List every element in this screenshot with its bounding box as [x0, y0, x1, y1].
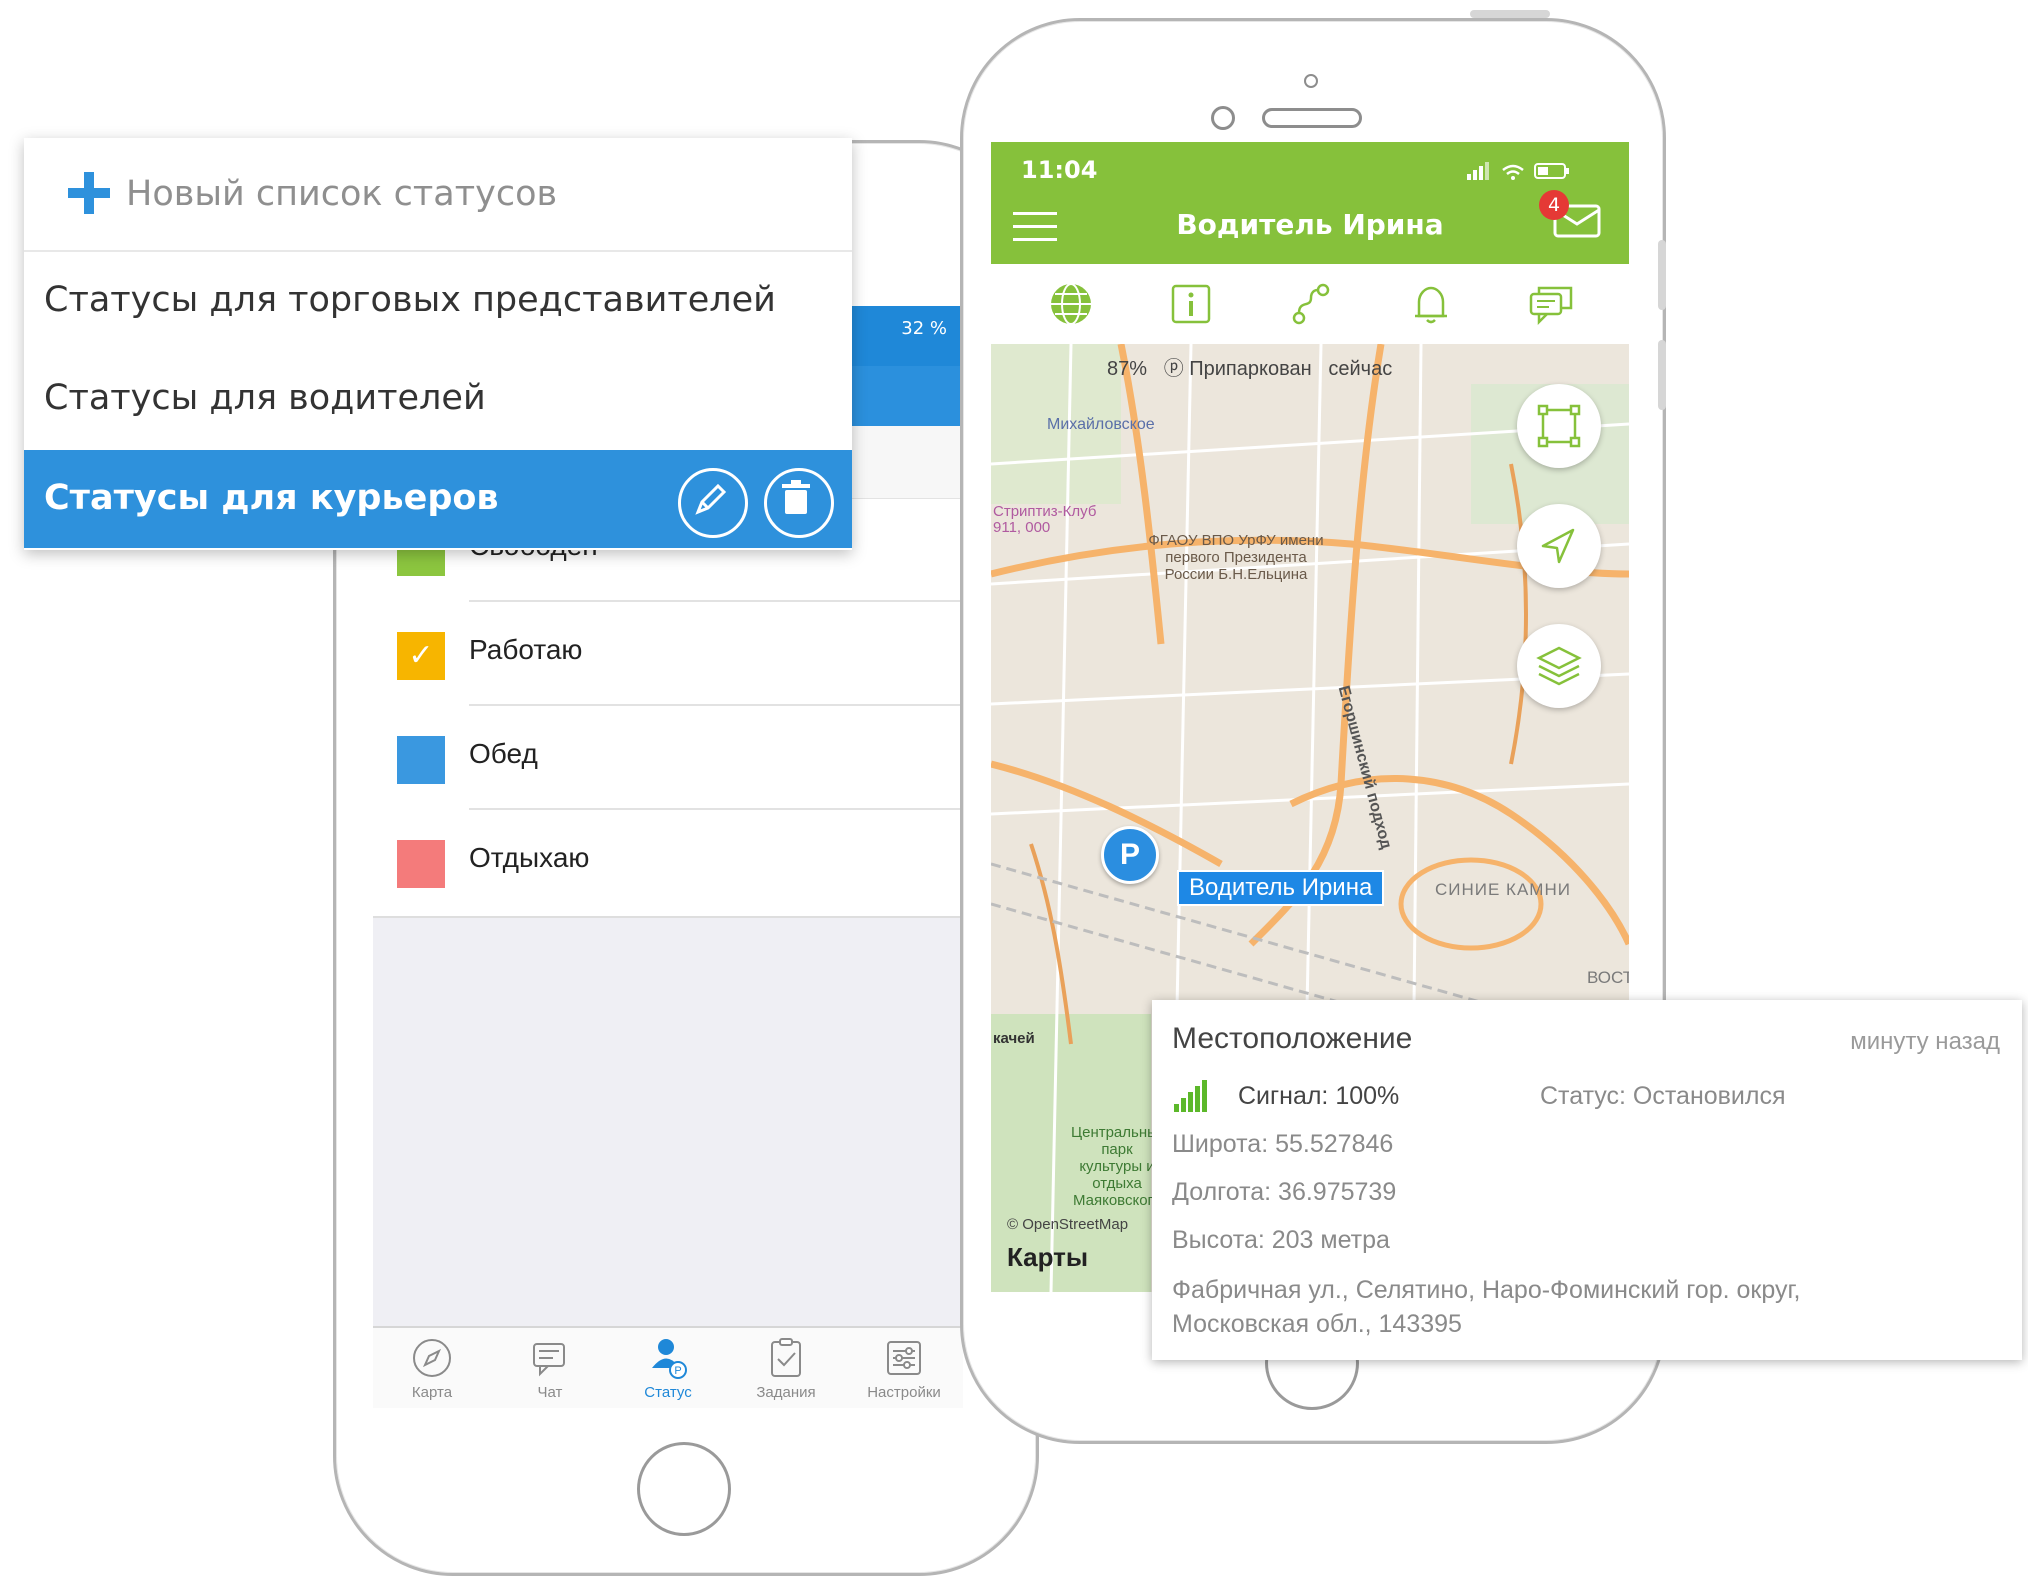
trash-icon: [782, 480, 810, 514]
clock: 11:04: [1021, 156, 1098, 184]
messages-icon[interactable]: [1527, 280, 1575, 328]
status-indicators-icon: [1467, 162, 1569, 180]
frame-icon: [1537, 404, 1581, 448]
status-color-swatch: [397, 840, 445, 888]
status-list-item-label: Статусы для водителей: [44, 378, 486, 418]
address-line-1: Фабричная ул., Селятино, Наро-Фоминский …: [1172, 1276, 1801, 1304]
tab-label: Карта: [411, 1384, 453, 1401]
info-icon[interactable]: [1167, 280, 1215, 328]
tab-status[interactable]: P Статус: [609, 1328, 727, 1408]
battery-percent: 32 %: [901, 318, 947, 339]
maps-brand: Карты: [1007, 1242, 1088, 1273]
page-title: Водитель Ирина: [1176, 208, 1444, 241]
battery-value: 87%: [1107, 358, 1148, 380]
map-label: Центральный парк культуры и отдыха Маяко…: [1071, 1124, 1167, 1209]
movement-status: Статус: Остановился: [1540, 1082, 1786, 1110]
update-time: сейчас: [1328, 358, 1393, 380]
app-header: 11:04 Водитель Ирина 4: [991, 142, 1629, 264]
user-status-icon: P: [652, 1339, 687, 1379]
location-card-title: Местоположение: [1172, 1022, 1413, 1055]
route-icon[interactable]: [1287, 280, 1335, 328]
map-label: Стриптиз-Клуб 911, 000: [993, 503, 1097, 536]
sliders-icon: [887, 1341, 921, 1375]
edit-button[interactable]: [678, 468, 748, 538]
tab-label: Настройки: [867, 1384, 941, 1401]
chat-icon: [533, 1343, 565, 1377]
fit-bounds-button[interactable]: [1517, 384, 1601, 468]
longitude-value: Долгота: 36.975739: [1172, 1178, 1397, 1206]
phone-right-top-button: [1470, 10, 1550, 18]
empty-area: [373, 916, 963, 1328]
bell-icon[interactable]: [1407, 280, 1455, 328]
signal-value: Сигнал: 100%: [1238, 1082, 1400, 1110]
bottom-tab-bar: Карта Чат P Статус Задания Настройки: [373, 1326, 963, 1408]
navigation-arrow-icon: [1541, 528, 1575, 564]
pencil-icon: [695, 483, 727, 515]
location-card: Местоположение минуту назад Сигнал: 100%…: [1152, 1000, 2022, 1360]
parking-marker[interactable]: P: [1101, 826, 1159, 884]
tab-label: Чат: [537, 1384, 563, 1401]
map-mode-tabs: [991, 264, 1629, 346]
map-label: ФГАОУ ВПО УрФУ имени первого Президента …: [1148, 532, 1324, 583]
parked-status: Припаркован: [1189, 358, 1312, 380]
tab-map[interactable]: Карта: [373, 1328, 491, 1408]
location-time-ago: минуту назад: [1850, 1028, 2000, 1055]
map-label: ВОСТ: [1587, 968, 1629, 987]
altitude-value: Высота: 203 метра: [1172, 1226, 1390, 1254]
delete-button[interactable]: [764, 468, 834, 538]
latitude-value: Широта: 55.527846: [1172, 1130, 1394, 1158]
status-color-swatch: ✓: [397, 632, 445, 680]
new-status-list-button[interactable]: Новый список статусов: [24, 138, 852, 252]
new-status-list-label: Новый список статусов: [126, 174, 558, 214]
compass-icon: [413, 1339, 451, 1377]
status-row-lunch[interactable]: Обед: [373, 706, 963, 810]
parking-icon: ⓟ: [1163, 358, 1184, 380]
maps-brand-label: Карты: [1007, 1242, 1089, 1272]
status-label: Работаю: [469, 634, 583, 665]
map-label: качей: [993, 1030, 1035, 1047]
status-list-dropdown: Новый список статусов Статусы для торгов…: [24, 138, 852, 550]
notification-badge: 4: [1539, 190, 1569, 220]
checkmark-icon: ✓: [408, 638, 434, 673]
phone-right-side-button: [1658, 340, 1666, 410]
signal-strength-icon: [1174, 1080, 1207, 1112]
tab-chat[interactable]: Чат: [491, 1328, 609, 1408]
layers-icon: [1536, 646, 1582, 686]
status-label: Отдыхаю: [469, 842, 590, 873]
status-label: Обед: [469, 738, 538, 769]
status-list-item-label: Статусы для торговых представителей: [44, 280, 776, 320]
tab-settings[interactable]: Настройки: [845, 1328, 963, 1408]
map-label: Михайловское: [1047, 416, 1155, 433]
status-list-item-sales[interactable]: Статусы для торговых представителей: [24, 252, 852, 350]
tab-tasks[interactable]: Задания: [727, 1328, 845, 1408]
address-line-2: Московская обл., 143395: [1172, 1310, 1462, 1338]
tab-label: Задания: [756, 1384, 816, 1401]
osm-credit[interactable]: © OpenStreetMap: [1007, 1216, 1128, 1233]
status-row-working[interactable]: ✓ Работаю: [373, 602, 963, 706]
locate-button[interactable]: [1517, 504, 1601, 588]
proximity-sensor: [1304, 74, 1318, 88]
home-button-left[interactable]: [637, 1442, 731, 1536]
driver-map-label[interactable]: Водитель Ирина: [1177, 870, 1385, 906]
clipboard-icon: [771, 1338, 801, 1377]
layers-button[interactable]: [1517, 624, 1601, 708]
map-label: СИНИЕ КАМНИ: [1435, 880, 1571, 899]
plus-icon: [68, 172, 110, 214]
svg-text:P: P: [674, 1365, 681, 1377]
phone-right-side-button: [1658, 240, 1666, 310]
status-list-item-couriers[interactable]: Статусы для курьеров: [24, 450, 852, 548]
earpiece-speaker: [1262, 108, 1362, 128]
status-list-item-label: Статусы для курьеров: [44, 478, 499, 518]
globe-icon[interactable]: [1047, 280, 1095, 328]
status-row-resting[interactable]: Отдыхаю: [373, 810, 963, 914]
front-camera: [1211, 106, 1235, 130]
status-list-item-drivers[interactable]: Статусы для водителей: [24, 350, 852, 448]
tab-label: Статус: [644, 1384, 692, 1401]
status-color-swatch: [397, 736, 445, 784]
map-info-line: 87% ⓟ Припаркован сейчас: [1107, 352, 1392, 381]
